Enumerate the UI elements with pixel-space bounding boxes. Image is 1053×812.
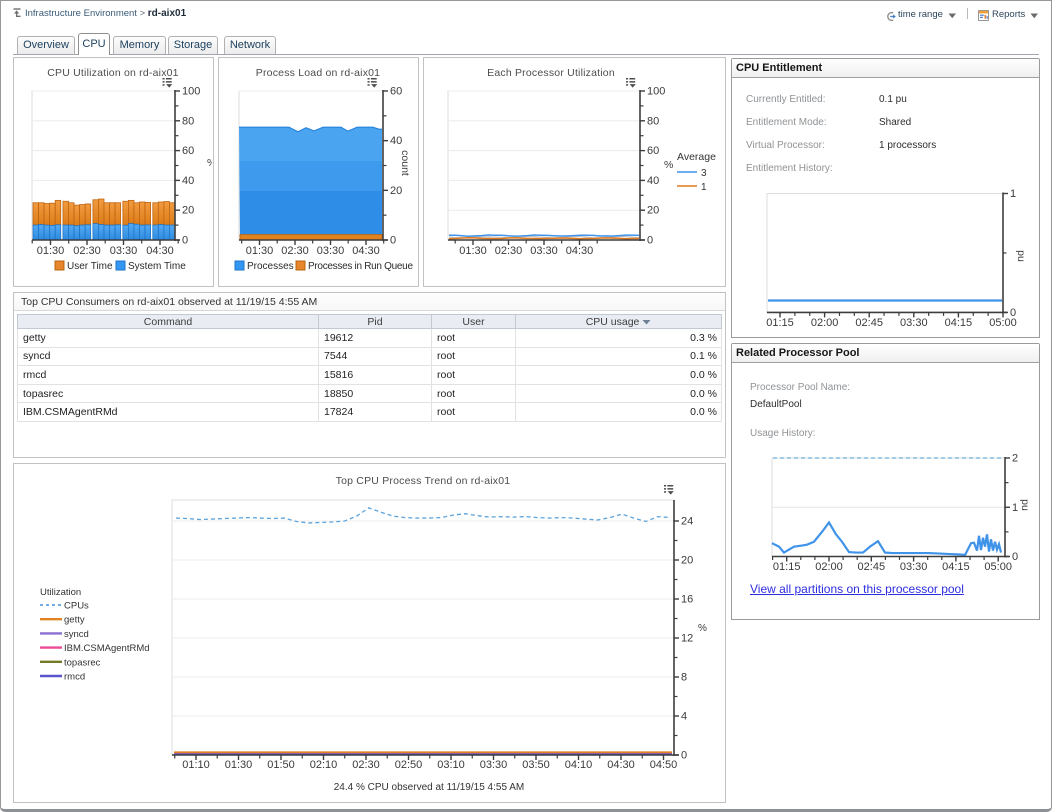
svg-text:04:50: 04:50 bbox=[650, 759, 678, 771]
svg-text:01:10: 01:10 bbox=[182, 759, 210, 771]
svg-text:01:50: 01:50 bbox=[267, 759, 295, 771]
svg-text:02:45: 02:45 bbox=[858, 561, 886, 573]
svg-text:0: 0 bbox=[1012, 551, 1018, 563]
svg-text:CPU Utilization on rd-aix01: CPU Utilization on rd-aix01 bbox=[47, 67, 178, 79]
svg-text:count: count bbox=[399, 150, 411, 176]
svg-text:Processes in Run Queue: Processes in Run Queue bbox=[308, 261, 413, 272]
svg-text:02:50: 02:50 bbox=[395, 759, 423, 771]
svg-text:syncd: syncd bbox=[64, 629, 89, 640]
svg-text:Utilization: Utilization bbox=[40, 587, 81, 598]
svg-text:%: % bbox=[664, 159, 673, 171]
svg-text:0: 0 bbox=[182, 235, 188, 247]
svg-text:03:50: 03:50 bbox=[522, 759, 550, 771]
svg-text:40: 40 bbox=[182, 175, 194, 187]
svg-text:80: 80 bbox=[647, 115, 659, 127]
svg-text:03:30: 03:30 bbox=[900, 317, 928, 329]
svg-text:04:15: 04:15 bbox=[945, 317, 973, 329]
svg-text:04:10: 04:10 bbox=[565, 759, 593, 771]
svg-text:02:45: 02:45 bbox=[855, 317, 883, 329]
svg-text:20: 20 bbox=[182, 205, 194, 217]
svg-text:02:30: 02:30 bbox=[495, 245, 523, 257]
svg-text:pu: pu bbox=[1019, 499, 1031, 511]
svg-text:User Time: User Time bbox=[67, 261, 113, 272]
svg-text:20: 20 bbox=[647, 205, 659, 217]
svg-text:Average: Average bbox=[677, 151, 716, 163]
svg-text:20: 20 bbox=[681, 555, 693, 567]
svg-text:100: 100 bbox=[182, 86, 200, 98]
svg-text:40: 40 bbox=[647, 175, 659, 187]
svg-text:01:30: 01:30 bbox=[459, 245, 487, 257]
svg-text:16: 16 bbox=[681, 594, 693, 606]
svg-text:%: % bbox=[207, 157, 212, 169]
svg-text:04:30: 04:30 bbox=[607, 759, 635, 771]
svg-text:01:15: 01:15 bbox=[773, 561, 801, 573]
svg-text:01:30: 01:30 bbox=[37, 245, 65, 257]
svg-text:04:30: 04:30 bbox=[146, 245, 174, 257]
svg-text:01:30: 01:30 bbox=[246, 245, 274, 257]
svg-text:8: 8 bbox=[681, 672, 687, 684]
svg-text:40: 40 bbox=[390, 135, 402, 147]
svg-text:03:10: 03:10 bbox=[437, 759, 465, 771]
svg-text:60: 60 bbox=[390, 86, 402, 98]
svg-text:Processes: Processes bbox=[247, 261, 294, 272]
svg-text:1: 1 bbox=[701, 182, 707, 193]
svg-text:02:30: 02:30 bbox=[73, 245, 101, 257]
svg-text:4: 4 bbox=[681, 711, 687, 723]
svg-text:20: 20 bbox=[390, 185, 402, 197]
svg-text:04:30: 04:30 bbox=[352, 245, 380, 257]
svg-text:02:00: 02:00 bbox=[815, 561, 843, 573]
svg-text:60: 60 bbox=[647, 145, 659, 157]
svg-text:Each Processor Utilization: Each Processor Utilization bbox=[487, 67, 615, 79]
svg-text:03:30: 03:30 bbox=[530, 245, 558, 257]
svg-text:05:00: 05:00 bbox=[984, 561, 1012, 573]
svg-text:%: % bbox=[698, 623, 707, 634]
svg-text:1: 1 bbox=[1010, 188, 1016, 200]
svg-text:12: 12 bbox=[681, 633, 693, 645]
svg-text:03:30: 03:30 bbox=[317, 245, 345, 257]
svg-text:03:30: 03:30 bbox=[480, 759, 508, 771]
svg-text:02:30: 02:30 bbox=[281, 245, 309, 257]
svg-text:02:00: 02:00 bbox=[811, 317, 839, 329]
svg-text:2: 2 bbox=[1012, 453, 1018, 465]
svg-text:0: 0 bbox=[681, 750, 687, 762]
svg-text:topasrec: topasrec bbox=[64, 657, 101, 668]
svg-text:02:30: 02:30 bbox=[352, 759, 380, 771]
svg-text:0: 0 bbox=[1010, 307, 1016, 319]
svg-text:pu: pu bbox=[1015, 250, 1027, 262]
svg-text:24.4 % CPU observed at 11/19/1: 24.4 % CPU observed at 11/19/15 4:55 AM bbox=[334, 782, 525, 793]
svg-text:03:30: 03:30 bbox=[110, 245, 138, 257]
svg-text:24: 24 bbox=[681, 516, 693, 528]
svg-text:Process Load on rd-aix01: Process Load on rd-aix01 bbox=[256, 67, 380, 79]
svg-text:01:30: 01:30 bbox=[225, 759, 253, 771]
svg-text:IBM.CSMAgentRMd: IBM.CSMAgentRMd bbox=[64, 643, 150, 654]
svg-text:04:30: 04:30 bbox=[566, 245, 594, 257]
svg-text:CPUs: CPUs bbox=[64, 601, 89, 612]
svg-text:60: 60 bbox=[182, 145, 194, 157]
svg-text:02:10: 02:10 bbox=[310, 759, 338, 771]
svg-text:04:15: 04:15 bbox=[942, 561, 970, 573]
svg-text:Top CPU Process Trend on rd-ai: Top CPU Process Trend on rd-aix01 bbox=[336, 475, 511, 487]
svg-text:1: 1 bbox=[1012, 502, 1018, 514]
svg-text:80: 80 bbox=[182, 115, 194, 127]
svg-text:0: 0 bbox=[390, 235, 396, 247]
svg-text:3: 3 bbox=[701, 168, 707, 179]
svg-text:0: 0 bbox=[647, 235, 653, 247]
svg-text:100: 100 bbox=[647, 86, 665, 98]
svg-text:03:30: 03:30 bbox=[900, 561, 928, 573]
svg-text:01:15: 01:15 bbox=[766, 317, 794, 329]
svg-text:rmcd: rmcd bbox=[64, 672, 85, 683]
svg-text:getty: getty bbox=[64, 615, 85, 626]
svg-text:System Time: System Time bbox=[128, 261, 186, 272]
